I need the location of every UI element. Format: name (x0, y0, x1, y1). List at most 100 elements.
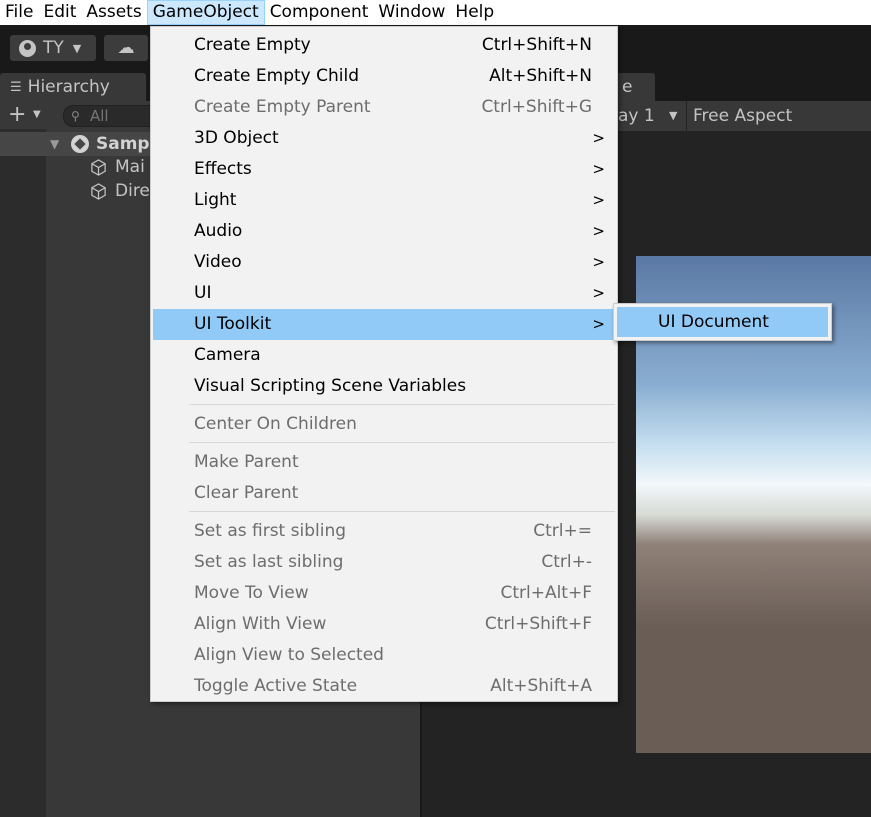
cube-icon (91, 158, 106, 176)
menu-item-make-parent: Make Parent (153, 447, 615, 478)
menu-item-label: Effects (194, 159, 252, 179)
menu-item-label: Visual Scripting Scene Variables (194, 376, 467, 396)
menu-item-label: Align With View (194, 614, 327, 634)
menu-item-label: 3D Object (194, 128, 279, 148)
gameobject-menu: Create Empty Ctrl+Shift+N Create Empty C… (150, 26, 618, 702)
expand-icon[interactable]: ▼ (50, 132, 59, 156)
menu-item-label: Move To View (194, 583, 309, 603)
menu-item-label: Create Empty Child (194, 66, 359, 86)
menu-item-label: Center On Children (194, 414, 357, 434)
cloud-icon: ☁ (117, 38, 135, 58)
menu-item-label: Video (194, 252, 242, 272)
cube-icon (91, 182, 106, 200)
chevron-right-icon: > (592, 191, 605, 209)
chevron-right-icon: > (592, 315, 605, 333)
menu-item-center-on-children: Center On Children (153, 409, 615, 440)
menu-help[interactable]: Help (450, 0, 499, 25)
menu-item-label: Toggle Active State (194, 676, 358, 696)
menu-item-3d-object[interactable]: 3D Object > (153, 123, 615, 154)
chevron-down-icon[interactable]: ▼ (33, 101, 41, 129)
menu-item-label: Set as first sibling (194, 521, 347, 541)
menu-item-visual-scripting-scene-variables[interactable]: Visual Scripting Scene Variables (153, 371, 615, 402)
menu-item-ui-toolkit[interactable]: UI Toolkit > (153, 309, 615, 340)
aspect-dropdown[interactable]: Free Aspect (686, 101, 871, 131)
unity-scene-icon (71, 135, 89, 153)
menu-item-shortcut: Ctrl+Alt+F (500, 583, 592, 603)
menu-separator (189, 404, 615, 405)
menu-item-shortcut: Ctrl+= (533, 521, 592, 541)
display-label: ay 1 (618, 106, 655, 126)
menu-separator (189, 442, 615, 443)
menu-item-label: Align View to Selected (194, 645, 384, 665)
menu-item-label: UI Toolkit (194, 314, 272, 334)
chevron-right-icon: > (592, 284, 605, 302)
toolbar-right (619, 25, 871, 69)
menu-item-label: Light (194, 190, 237, 210)
menu-item-shortcut: Alt+Shift+N (489, 66, 592, 86)
menu-item-label: Audio (194, 221, 243, 241)
menu-item-set-first-sibling: Set as first sibling Ctrl+= (153, 516, 615, 547)
aspect-label: Free Aspect (693, 106, 793, 126)
menu-item-set-last-sibling: Set as last sibling Ctrl+- (153, 547, 615, 578)
chevron-right-icon: > (592, 253, 605, 271)
list-icon: ☰ (10, 79, 22, 95)
menu-item-label: Set as last sibling (194, 552, 344, 572)
tab-game-label: e (622, 77, 633, 97)
chevron-down-icon: ▼ (669, 109, 678, 122)
ui-toolkit-submenu: UI Document (613, 303, 832, 341)
chevron-down-icon: ▼ (72, 41, 82, 55)
menu-component[interactable]: Component (265, 0, 374, 25)
account-icon (19, 39, 36, 57)
menu-item-shortcut: Ctrl+Shift+N (481, 35, 592, 55)
hierarchy-gutter (0, 129, 46, 817)
tab-hierarchy-label: Hierarchy (27, 77, 110, 97)
menu-item-video[interactable]: Video > (153, 247, 615, 278)
menu-item-shortcut: Alt+Shift+A (490, 676, 592, 696)
menu-item-create-empty-child[interactable]: Create Empty Child Alt+Shift+N (153, 61, 615, 92)
menu-item-align-view-to-selected: Align View to Selected (153, 640, 615, 671)
hierarchy-item-label: Mai (115, 157, 145, 177)
menu-item-shortcut: Ctrl+- (541, 552, 592, 572)
chevron-right-icon: > (592, 129, 605, 147)
menu-assets[interactable]: Assets (81, 0, 146, 25)
menu-item-label: UI (194, 283, 212, 303)
menu-item-light[interactable]: Light > (153, 185, 615, 216)
menu-item-align-with-view: Align With View Ctrl+Shift+F (153, 609, 615, 640)
menu-item-shortcut: Ctrl+Shift+G (481, 97, 592, 117)
menu-item-clear-parent: Clear Parent (153, 478, 615, 509)
cloud-button[interactable]: ☁ (104, 35, 148, 61)
menu-item-create-empty[interactable]: Create Empty Ctrl+Shift+N (153, 30, 615, 61)
hierarchy-item[interactable]: Mai (90, 155, 145, 179)
menu-item-camera[interactable]: Camera (153, 340, 615, 371)
menu-item-label: Camera (194, 345, 261, 365)
account-label: TY (43, 38, 64, 58)
menu-item-label: Make Parent (194, 452, 299, 472)
account-button[interactable]: TY ▼ (10, 35, 96, 61)
menu-item-label: UI Document (658, 312, 769, 332)
chevron-right-icon: > (592, 160, 605, 178)
hierarchy-item[interactable]: Dire (90, 179, 150, 203)
menu-bar: File Edit Assets GameObject Component Wi… (0, 0, 871, 25)
menu-item-create-empty-parent: Create Empty Parent Ctrl+Shift+G (153, 92, 615, 123)
menu-item-label: Create Empty Parent (194, 97, 371, 117)
menu-item-ui-document[interactable]: UI Document (617, 307, 828, 337)
menu-separator (189, 511, 615, 512)
chevron-right-icon: > (592, 222, 605, 240)
menu-item-toggle-active-state: Toggle Active State Alt+Shift+A (153, 671, 615, 702)
scene-label: Sampl (96, 134, 156, 154)
search-icon: ⚲ (71, 109, 80, 123)
menu-item-ui[interactable]: UI > (153, 278, 615, 309)
menu-item-audio[interactable]: Audio > (153, 216, 615, 247)
menu-item-move-to-view: Move To View Ctrl+Alt+F (153, 578, 615, 609)
menu-item-effects[interactable]: Effects > (153, 154, 615, 185)
hierarchy-item-label: Dire (115, 181, 150, 201)
menu-edit[interactable]: Edit (38, 0, 81, 25)
menu-window[interactable]: Window (373, 0, 450, 25)
menu-item-label: Create Empty (194, 35, 311, 55)
tab-hierarchy[interactable]: ☰ Hierarchy (0, 73, 146, 101)
menu-file[interactable]: File (0, 0, 38, 25)
add-icon[interactable]: + (8, 101, 26, 129)
menu-item-shortcut: Ctrl+Shift+F (484, 614, 592, 634)
menu-item-label: Clear Parent (194, 483, 299, 503)
menu-gameobject[interactable]: GameObject (146, 0, 265, 25)
